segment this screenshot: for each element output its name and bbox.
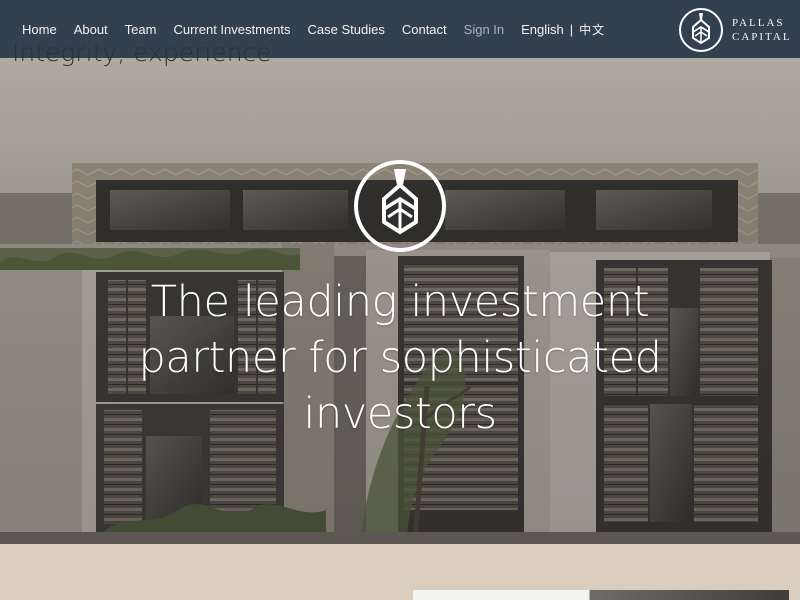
nav-home-link[interactable]: Home [22,22,57,37]
brand-name-line-2: CAPITAL [732,31,792,43]
nav-case-studies-link[interactable]: Case Studies [308,22,385,37]
nav-about-link[interactable]: About [74,22,108,37]
nav-current-investments-link[interactable]: Current Investments [173,22,290,37]
sign-in-link[interactable]: Sign In [464,22,504,37]
brand-wordmark: PALLAS CAPITAL [732,16,792,44]
language-selector: English | 中文 [521,21,605,38]
hero-title: The leading investment partner for sophi… [138,277,662,439]
section-heading-partial: Integrity, experience [12,38,272,67]
language-chinese-link[interactable]: 中文 [579,21,605,38]
brand-logo-link[interactable]: PALLAS CAPITAL [678,6,790,54]
section-preview-image [413,590,789,600]
nav-team-link[interactable]: Team [125,22,157,37]
pallas-helmet-icon [354,160,446,252]
pallas-helmet-icon [679,8,723,52]
hero-section: The leading investment partner for sophi… [0,58,800,544]
language-english-link[interactable]: English [521,22,564,37]
brand-name-line-1: PALLAS [732,17,785,29]
language-separator: | [569,21,574,37]
nav-contact-link[interactable]: Contact [402,22,447,37]
